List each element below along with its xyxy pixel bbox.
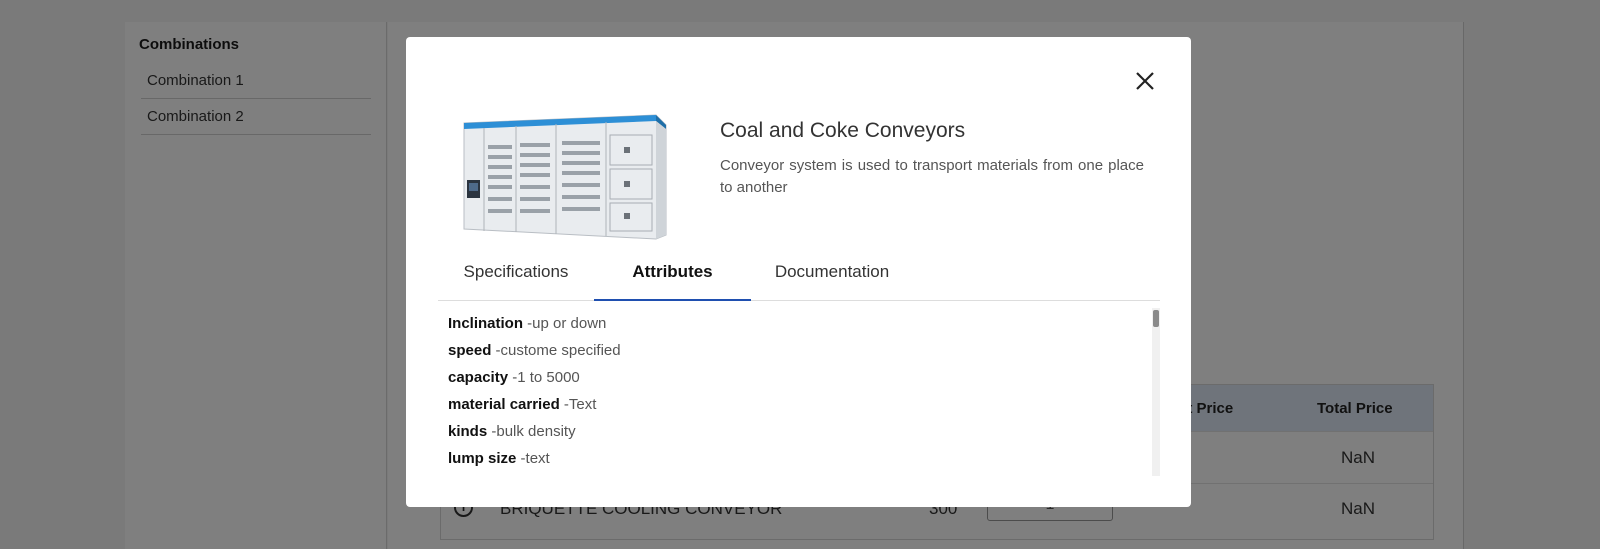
attribute-value: custome specified	[500, 342, 621, 359]
product-modal: Coal and Coke Conveyors Conveyor system …	[406, 37, 1191, 507]
attribute-separator: -	[508, 369, 518, 386]
attribute-separator: -	[516, 450, 526, 467]
attribute-row: speed -custome specified	[448, 342, 621, 359]
close-icon[interactable]	[1134, 70, 1156, 92]
attribute-separator: -	[559, 396, 569, 413]
attribute-row: lump size -text	[448, 450, 550, 467]
tab-documentation[interactable]: Documentation	[751, 259, 913, 301]
product-image	[456, 105, 676, 240]
attributes-scrollbar[interactable]	[1152, 308, 1160, 476]
attribute-separator: -	[523, 315, 533, 332]
attribute-name: material carried	[448, 396, 560, 413]
attributes-list: Inclination -up or down speed -custome s…	[438, 307, 1160, 515]
tab-bar: Specifications Attributes Documentation	[438, 259, 1160, 301]
attribute-value: up or down	[532, 315, 607, 332]
attribute-row: capacity -1 to 5000	[448, 369, 580, 386]
attribute-row: Inclination -up or down	[448, 315, 606, 332]
attribute-name: speed	[448, 342, 492, 359]
attribute-row: kinds -bulk density	[448, 423, 576, 440]
attribute-name: Inclination	[448, 315, 523, 332]
attribute-separator: -	[491, 342, 501, 359]
attribute-separator: -	[487, 423, 497, 440]
product-description: Conveyor system is used to transport mat…	[720, 157, 1144, 196]
tab-specifications[interactable]: Specifications	[438, 259, 594, 301]
attribute-value: 1 to 5000	[517, 369, 580, 386]
attribute-name: capacity	[448, 369, 509, 386]
attribute-row: material carried -Text	[448, 396, 596, 413]
attribute-value: Text	[568, 396, 597, 413]
attribute-value: text	[525, 450, 550, 467]
attribute-name: lump size	[448, 450, 517, 467]
tab-attributes[interactable]: Attributes	[594, 259, 751, 301]
attribute-value: bulk density	[496, 423, 576, 440]
scrollbar-thumb[interactable]	[1153, 310, 1159, 327]
attribute-name: kinds	[448, 423, 488, 440]
product-title: Coal and Coke Conveyors	[720, 119, 966, 142]
